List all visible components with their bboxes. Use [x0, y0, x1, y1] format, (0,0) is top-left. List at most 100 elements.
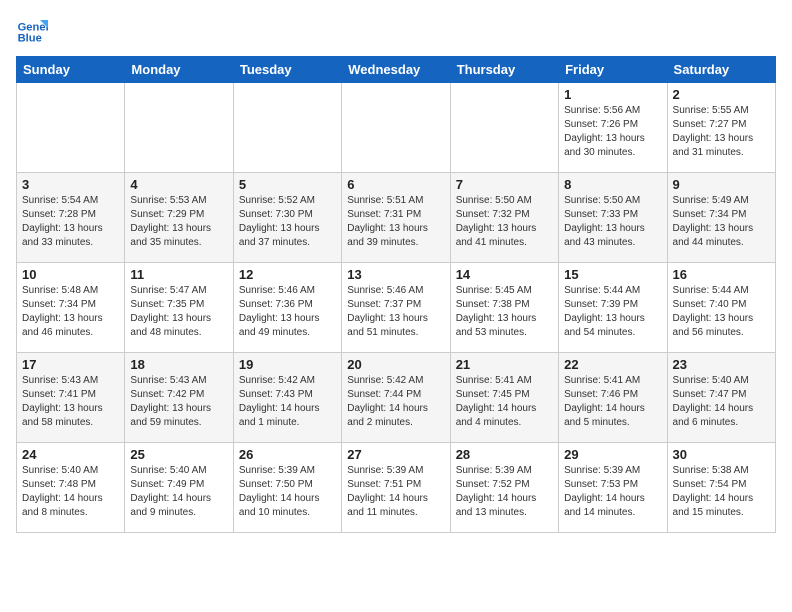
day-cell: 16Sunrise: 5:44 AM Sunset: 7:40 PM Dayli… [667, 263, 775, 353]
day-cell: 7 Sunrise: 5:50 AM Sunset: 7:32 PM Daylig… [450, 173, 558, 263]
day-cell: 19 Sunrise: 5:42 AM Sunset: 7:43 PM Dayli… [233, 353, 341, 443]
calendar-table: SundayMondayTuesdayWednesdayThursdayFrid… [16, 56, 776, 533]
week-row-4: 24 Sunrise: 5:40 AM Sunset: 7:48 PM Dayli… [17, 443, 776, 533]
week-row-1: 3 Sunrise: 5:54 AM Sunset: 7:28 PM Daylig… [17, 173, 776, 263]
day-number: 22 [564, 357, 661, 372]
day-cell: 5 Sunrise: 5:52 AM Sunset: 7:30 PM Daylig… [233, 173, 341, 263]
day-number: 15 [564, 267, 661, 282]
day-info: Sunrise: 5:50 AM Sunset: 7:32 PM Dayligh… [456, 194, 553, 250]
day-cell: 14Sunrise: 5:45 AM Sunset: 7:38 PM Dayli… [450, 263, 558, 353]
day-cell: 15Sunrise: 5:44 AM Sunset: 7:39 PM Dayli… [559, 263, 667, 353]
day-cell [342, 83, 450, 173]
day-number: 8 [564, 177, 661, 192]
day-cell: 17Sunrise: 5:43 AM Sunset: 7:41 PM Dayli… [17, 353, 125, 443]
day-number: 30 [673, 447, 770, 462]
day-cell: 8 Sunrise: 5:50 AM Sunset: 7:33 PM Daylig… [559, 173, 667, 263]
day-cell [17, 83, 125, 173]
day-cell: 11Sunrise: 5:47 AM Sunset: 7:35 PM Dayli… [125, 263, 233, 353]
day-number: 3 [22, 177, 119, 192]
logo: General Blue [16, 16, 52, 48]
day-cell: 3 Sunrise: 5:54 AM Sunset: 7:28 PM Daylig… [17, 173, 125, 263]
day-cell: 25 Sunrise: 5:40 AM Sunset: 7:49 PM Dayli… [125, 443, 233, 533]
day-info: Sunrise: 5:40 AM Sunset: 7:47 PM Dayligh… [673, 374, 770, 430]
week-row-2: 10Sunrise: 5:48 AM Sunset: 7:34 PM Dayli… [17, 263, 776, 353]
day-cell: 26Sunrise: 5:39 AM Sunset: 7:50 PM Dayli… [233, 443, 341, 533]
day-cell: 13Sunrise: 5:46 AM Sunset: 7:37 PM Dayli… [342, 263, 450, 353]
day-number: 10 [22, 267, 119, 282]
weekday-header-saturday: Saturday [667, 57, 775, 83]
day-cell: 22 Sunrise: 5:41 AM Sunset: 7:46 PM Dayli… [559, 353, 667, 443]
day-number: 28 [456, 447, 553, 462]
day-number: 5 [239, 177, 336, 192]
day-info: Sunrise: 5:49 AM Sunset: 7:34 PM Dayligh… [673, 194, 770, 250]
day-number: 2 [673, 87, 770, 102]
day-cell [125, 83, 233, 173]
day-info: Sunrise: 5:51 AM Sunset: 7:31 PM Dayligh… [347, 194, 444, 250]
day-cell: 28 Sunrise: 5:39 AM Sunset: 7:52 PM Dayli… [450, 443, 558, 533]
day-info: Sunrise: 5:39 AM Sunset: 7:52 PM Dayligh… [456, 464, 553, 520]
day-number: 25 [130, 447, 227, 462]
day-info: Sunrise: 5:40 AM Sunset: 7:49 PM Dayligh… [130, 464, 227, 520]
day-info: Sunrise: 5:53 AM Sunset: 7:29 PM Dayligh… [130, 194, 227, 250]
day-cell: 20 Sunrise: 5:42 AM Sunset: 7:44 PM Dayli… [342, 353, 450, 443]
day-number: 11 [130, 267, 227, 282]
day-number: 7 [456, 177, 553, 192]
day-cell [450, 83, 558, 173]
day-cell: 27 Sunrise: 5:39 AM Sunset: 7:51 PM Dayli… [342, 443, 450, 533]
weekday-header-row: SundayMondayTuesdayWednesdayThursdayFrid… [17, 57, 776, 83]
day-number: 9 [673, 177, 770, 192]
day-info: Sunrise: 5:44 AM Sunset: 7:40 PM Dayligh… [673, 284, 770, 340]
day-cell: 29 Sunrise: 5:39 AM Sunset: 7:53 PM Dayli… [559, 443, 667, 533]
day-info: Sunrise: 5:42 AM Sunset: 7:43 PM Dayligh… [239, 374, 336, 430]
day-cell: 23 Sunrise: 5:40 AM Sunset: 7:47 PM Dayli… [667, 353, 775, 443]
day-number: 4 [130, 177, 227, 192]
day-info: Sunrise: 5:39 AM Sunset: 7:51 PM Dayligh… [347, 464, 444, 520]
day-info: Sunrise: 5:56 AM Sunset: 7:26 PM Dayligh… [564, 104, 661, 160]
day-number: 24 [22, 447, 119, 462]
day-info: Sunrise: 5:43 AM Sunset: 7:41 PM Dayligh… [22, 374, 119, 430]
day-info: Sunrise: 5:39 AM Sunset: 7:53 PM Dayligh… [564, 464, 661, 520]
weekday-header-wednesday: Wednesday [342, 57, 450, 83]
day-info: Sunrise: 5:41 AM Sunset: 7:45 PM Dayligh… [456, 374, 553, 430]
day-cell: 24 Sunrise: 5:40 AM Sunset: 7:48 PM Dayli… [17, 443, 125, 533]
day-info: Sunrise: 5:43 AM Sunset: 7:42 PM Dayligh… [130, 374, 227, 430]
day-cell: 9 Sunrise: 5:49 AM Sunset: 7:34 PM Daylig… [667, 173, 775, 263]
day-number: 27 [347, 447, 444, 462]
weekday-header-sunday: Sunday [17, 57, 125, 83]
header: General Blue [16, 16, 776, 48]
day-number: 21 [456, 357, 553, 372]
day-cell: 6Sunrise: 5:51 AM Sunset: 7:31 PM Daylig… [342, 173, 450, 263]
day-info: Sunrise: 5:55 AM Sunset: 7:27 PM Dayligh… [673, 104, 770, 160]
weekday-header-monday: Monday [125, 57, 233, 83]
day-info: Sunrise: 5:42 AM Sunset: 7:44 PM Dayligh… [347, 374, 444, 430]
week-row-0: 1 Sunrise: 5:56 AM Sunset: 7:26 PM Daylig… [17, 83, 776, 173]
day-cell: 1 Sunrise: 5:56 AM Sunset: 7:26 PM Daylig… [559, 83, 667, 173]
day-info: Sunrise: 5:54 AM Sunset: 7:28 PM Dayligh… [22, 194, 119, 250]
weekday-header-friday: Friday [559, 57, 667, 83]
day-info: Sunrise: 5:39 AM Sunset: 7:50 PM Dayligh… [239, 464, 336, 520]
day-info: Sunrise: 5:50 AM Sunset: 7:33 PM Dayligh… [564, 194, 661, 250]
day-number: 1 [564, 87, 661, 102]
day-number: 12 [239, 267, 336, 282]
day-number: 20 [347, 357, 444, 372]
svg-text:Blue: Blue [18, 33, 42, 45]
week-row-3: 17Sunrise: 5:43 AM Sunset: 7:41 PM Dayli… [17, 353, 776, 443]
day-info: Sunrise: 5:45 AM Sunset: 7:38 PM Dayligh… [456, 284, 553, 340]
day-number: 19 [239, 357, 336, 372]
day-cell: 2 Sunrise: 5:55 AM Sunset: 7:27 PM Daylig… [667, 83, 775, 173]
logo-icon: General Blue [16, 16, 48, 48]
day-info: Sunrise: 5:46 AM Sunset: 7:36 PM Dayligh… [239, 284, 336, 340]
day-info: Sunrise: 5:38 AM Sunset: 7:54 PM Dayligh… [673, 464, 770, 520]
day-cell: 18 Sunrise: 5:43 AM Sunset: 7:42 PM Dayli… [125, 353, 233, 443]
day-info: Sunrise: 5:41 AM Sunset: 7:46 PM Dayligh… [564, 374, 661, 430]
day-number: 18 [130, 357, 227, 372]
day-cell: 10Sunrise: 5:48 AM Sunset: 7:34 PM Dayli… [17, 263, 125, 353]
weekday-header-tuesday: Tuesday [233, 57, 341, 83]
day-cell: 12 Sunrise: 5:46 AM Sunset: 7:36 PM Dayli… [233, 263, 341, 353]
day-info: Sunrise: 5:52 AM Sunset: 7:30 PM Dayligh… [239, 194, 336, 250]
weekday-header-thursday: Thursday [450, 57, 558, 83]
day-cell [233, 83, 341, 173]
day-number: 23 [673, 357, 770, 372]
day-info: Sunrise: 5:40 AM Sunset: 7:48 PM Dayligh… [22, 464, 119, 520]
day-number: 29 [564, 447, 661, 462]
